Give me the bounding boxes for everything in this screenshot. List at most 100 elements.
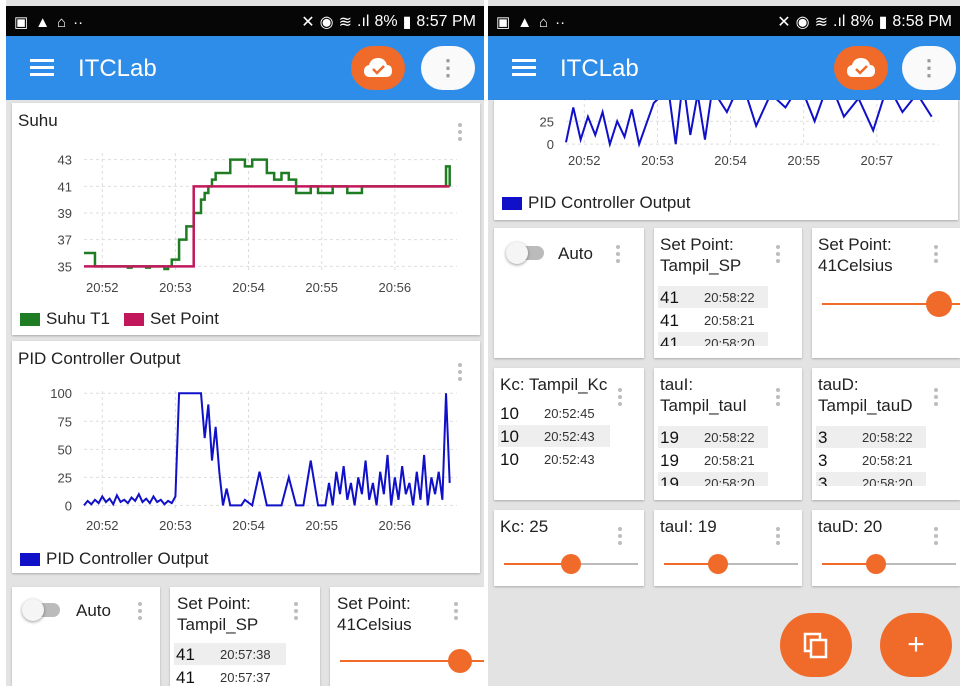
legend-label-setpoint: Set Point	[149, 309, 219, 328]
more-icon: ··	[555, 13, 566, 31]
legend-swatch-suhu	[20, 312, 40, 326]
copy-fab-button[interactable]	[780, 613, 852, 677]
more-vert-icon: ⋮	[437, 55, 459, 80]
setpoint-slider-title: Set Point: 41Celsius	[818, 235, 893, 275]
slider-thumb[interactable]	[448, 649, 472, 673]
x-tick-label: 20:55	[305, 518, 338, 533]
image-icon: ▣	[496, 14, 511, 31]
list-item: 10 20:52:43	[500, 450, 595, 469]
slider-thumb[interactable]	[865, 554, 886, 574]
card-menu-icon[interactable]	[294, 602, 300, 620]
signal-icon: .ıl	[357, 13, 370, 30]
list-item: 3 20:58:21	[818, 451, 913, 470]
card-menu-icon[interactable]	[776, 245, 782, 263]
menu-icon[interactable]	[30, 59, 54, 77]
cloud-check-icon	[364, 58, 392, 77]
card-menu-icon[interactable]	[776, 527, 782, 545]
y-tick-label: 100	[50, 386, 72, 401]
alarm-icon: ◉	[319, 14, 334, 31]
slider-thumb[interactable]	[561, 554, 581, 574]
x-tick-label: 20:55	[305, 280, 338, 295]
card-menu-icon[interactable]	[616, 245, 622, 263]
x-tick-label: 20:53	[159, 518, 192, 533]
taud-slider[interactable]	[822, 552, 956, 576]
chart-legend: PID Controller Output	[20, 549, 209, 569]
more-icon: ··	[73, 13, 84, 31]
legend-label-pid: PID Controller Output	[528, 193, 691, 212]
pid-chart: 0 25 50 75 100 20:52 20:53 20:54 20:55 20:56	[50, 386, 457, 533]
x-tick-label: 20:55	[787, 153, 820, 168]
warning-icon: ▲	[35, 13, 51, 31]
x-tick-label: 20:56	[379, 280, 412, 295]
list-item: 10 20:52:43	[498, 425, 610, 447]
overflow-menu-button[interactable]: ⋮	[902, 46, 956, 90]
x-tick-label: 20:53	[641, 153, 674, 168]
overflow-menu-button[interactable]: ⋮	[421, 46, 475, 90]
slider-thumb[interactable]	[926, 291, 952, 317]
card-menu-icon[interactable]	[454, 602, 460, 620]
chart-legend: Suhu T1 Set Point	[20, 309, 219, 329]
taui-slider-title: tauI: 19	[660, 517, 717, 536]
more-vert-icon: ⋮	[918, 55, 940, 80]
y-tick-label: 75	[58, 414, 72, 429]
y-tick-label: 43	[58, 153, 72, 168]
list-item: 19 20:58:22	[658, 426, 768, 448]
pid-chart-card: PID Controller Output 0 25 50 75 100 20:52 20:…	[12, 341, 480, 573]
cloud-sync-button[interactable]	[834, 46, 888, 90]
setpoint-display-title: Set Point: Tampil_SP	[660, 235, 742, 275]
list-item: 10 20:52:45	[500, 404, 595, 423]
auto-switch-card: Auto	[494, 228, 644, 358]
kc-slider-card: Kc: 25	[494, 510, 644, 586]
signal-icon: .ıl	[833, 13, 846, 30]
auto-toggle[interactable]	[506, 242, 546, 264]
taui-display-card: tauI: Tampil_tauI 19 20:58:22 19 20:58:21 …	[654, 368, 802, 500]
battery-icon: ▮	[878, 14, 888, 31]
card-menu-icon[interactable]	[776, 388, 782, 406]
setpoint-slider[interactable]	[340, 649, 484, 673]
setpoint-slider-title: Set Point: 41Celsius	[337, 594, 412, 634]
kc-display-card: Kc: Tampil_Kc 10 20:52:45 10 20:52:43 10 20…	[494, 368, 644, 500]
auto-label: Auto	[558, 244, 593, 263]
app-bar: ITCLab ⋮	[488, 36, 960, 100]
setpoint-display-card: Set Point: Tampil_SP 41 20:58:22 41 20:58:…	[654, 228, 802, 358]
suhu-chart-card: Suhu 35 37 39 41 43 20:52 20:53 20:54 20:55 20:56…	[12, 103, 480, 335]
auto-switch-card: Auto	[12, 587, 160, 686]
auto-toggle[interactable]	[22, 599, 62, 621]
slider-thumb[interactable]	[707, 554, 728, 574]
setpoint-slider[interactable]	[822, 291, 960, 317]
mute-icon: ✕	[301, 14, 315, 31]
card-menu-icon[interactable]	[618, 388, 624, 406]
mute-icon: ✕	[777, 14, 791, 31]
suhu-chart: 35 37 39 41 43 20:52 20:53 20:54 20:55 20:56	[58, 153, 457, 295]
card-menu-icon[interactable]	[934, 245, 940, 263]
taui-slider[interactable]	[664, 552, 798, 576]
y-tick-label: 0	[65, 498, 72, 513]
right-screenshot: ▣ ▲ ⌂ ·· ✕ ◉ ≋ .ıl 8% ▮ 8:58 PM ITCLab ⋮ 0 25 20:…	[488, 0, 960, 686]
status-bar: ▣ ▲ ⌂ ·· ✕ ◉ ≋ .ıl 8% ▮ 8:57 PM	[6, 6, 484, 36]
wifi-icon: ≋	[814, 14, 829, 31]
legend-label-pid: PID Controller Output	[46, 549, 209, 568]
card-menu-icon[interactable]	[934, 388, 940, 406]
battery-percent: 8%	[374, 13, 398, 30]
card-menu-icon[interactable]	[934, 527, 940, 545]
warning-icon: ▲	[517, 13, 533, 31]
x-tick-label: 20:52	[86, 280, 119, 295]
status-bar: ▣ ▲ ⌂ ·· ✕ ◉ ≋ .ıl 8% ▮ 8:58 PM	[488, 6, 960, 36]
card-menu-icon[interactable]	[138, 602, 144, 620]
pid-chart: 0 25 20:52 20:53 20:54 20:55 20:57	[540, 100, 939, 168]
menu-icon[interactable]	[512, 59, 536, 77]
list-item: 41 20:58:20	[658, 332, 768, 346]
x-tick-label: 20:57	[861, 153, 894, 168]
setpoint-display-title: Set Point: Tampil_SP	[177, 594, 259, 634]
list-item: 3 20:58:20	[816, 472, 926, 486]
kc-slider[interactable]	[504, 552, 638, 576]
cloud-sync-button[interactable]	[351, 46, 405, 90]
y-tick-label: 0	[547, 137, 554, 152]
cloud-check-icon	[847, 58, 875, 77]
card-menu-icon[interactable]	[618, 527, 624, 545]
plus-icon: +	[907, 628, 925, 661]
taud-slider-title: tauD: 20	[818, 517, 883, 536]
add-fab-button[interactable]: +	[880, 613, 952, 677]
list-item: 41 20:58:21	[660, 311, 755, 330]
home-icon: ⌂	[539, 13, 549, 31]
